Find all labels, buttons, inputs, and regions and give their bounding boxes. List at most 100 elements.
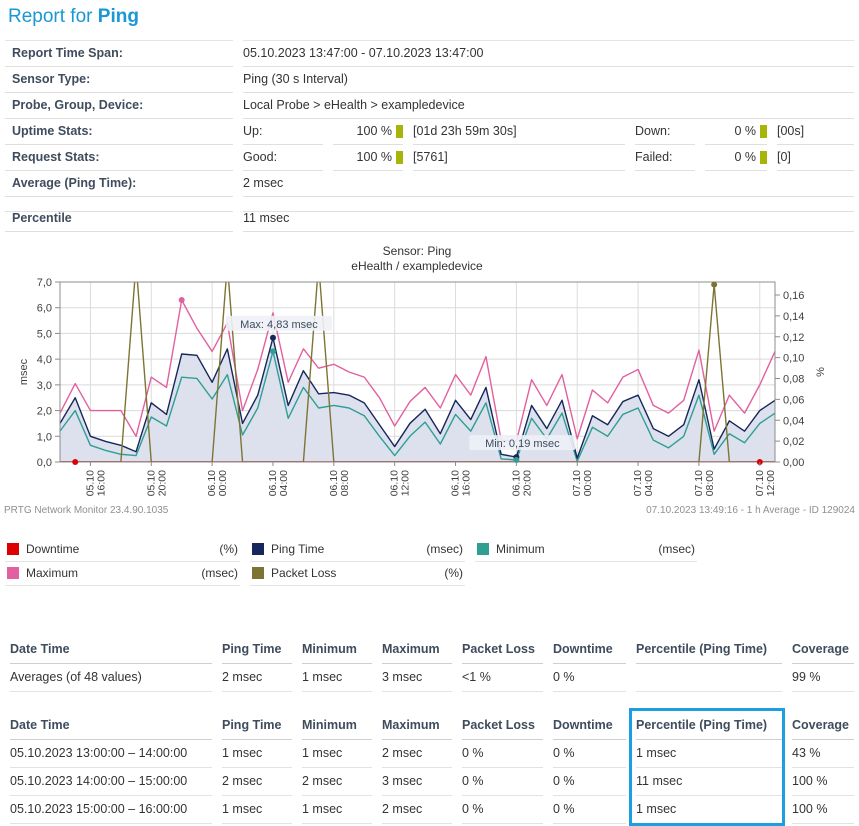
chart-titles: Sensor: Ping eHealth / exampledevice bbox=[0, 244, 834, 274]
uptime-stats-row: Uptime Stats: Up: 100 % [01d 23h 59m 30s… bbox=[5, 119, 854, 145]
table-cell: 0 % bbox=[462, 796, 543, 824]
report-time-span-label: Report Time Span: bbox=[5, 40, 233, 67]
svg-text:0,10: 0,10 bbox=[783, 353, 804, 365]
table-cell: 05.10.2023 13:00:00 – 14:00:00 bbox=[10, 740, 212, 768]
request-good-detail: [5761] bbox=[413, 145, 625, 171]
chart-footer-right: 07.10.2023 13:49:16 - 1 h Average - ID 1… bbox=[646, 505, 855, 516]
column-header: Downtime bbox=[553, 636, 626, 664]
svg-text:3,0: 3,0 bbox=[37, 380, 52, 392]
table-cell: 0 % bbox=[462, 768, 543, 796]
legend-item-minimum: Minimum (msec) bbox=[475, 538, 697, 562]
column-header: Coverage bbox=[792, 636, 854, 664]
svg-text:0,08: 0,08 bbox=[783, 374, 804, 386]
column-header: Percentile (Ping Time) bbox=[636, 712, 782, 740]
page-title-target: Ping bbox=[98, 6, 139, 27]
svg-text:08:00: 08:00 bbox=[704, 470, 716, 496]
sensor-type-value: Ping (30 s Interval) bbox=[243, 67, 854, 93]
chart-annotation: Max: 4,83 msec bbox=[240, 319, 318, 331]
ping-chart: Max: 4,83 msecMin: 0,19 msec0,01,02,03,0… bbox=[0, 274, 859, 505]
svg-text:0,12: 0,12 bbox=[783, 332, 804, 344]
uptime-up-value: 100 % bbox=[333, 119, 403, 145]
marker-dot bbox=[270, 335, 276, 341]
table-cell: <1 % bbox=[462, 664, 543, 692]
uptime-down-detail: [00s] bbox=[777, 119, 854, 145]
table-cell: Averages (of 48 values) bbox=[10, 664, 212, 692]
table-cell: 2 msec bbox=[222, 768, 292, 796]
legend-series-unit: (msec) bbox=[658, 542, 697, 556]
svg-text:0,16: 0,16 bbox=[783, 290, 804, 302]
svg-text:20:00: 20:00 bbox=[156, 470, 168, 496]
table-cell: 0 % bbox=[462, 740, 543, 768]
legend-item-packet-loss: Packet Loss(%) bbox=[250, 562, 465, 586]
table-cell: 0 % bbox=[553, 796, 626, 824]
table-cell: 05.10.2023 14:00:00 – 15:00:00 bbox=[10, 768, 212, 796]
svg-text:04:00: 04:00 bbox=[643, 470, 655, 496]
legend-item-downtime: Downtime(%) bbox=[5, 538, 240, 562]
left-axis-title: msec bbox=[18, 358, 30, 385]
percentile-label: Percentile bbox=[5, 206, 233, 232]
svg-text:12:00: 12:00 bbox=[765, 470, 777, 496]
table-cell: 05.10.2023 15:00:00 – 16:00:00 bbox=[10, 796, 212, 824]
probe-group-device-value: Local Probe > eHealth > exampledevice bbox=[243, 93, 854, 119]
request-failed-detail: [0] bbox=[777, 145, 854, 171]
legend-swatch bbox=[252, 543, 264, 555]
svg-text:0,14: 0,14 bbox=[783, 311, 804, 323]
table-cell: 1 msec bbox=[302, 796, 372, 824]
sensor-type-label: Sensor Type: bbox=[5, 67, 233, 93]
table-cell: 0 % bbox=[553, 740, 626, 768]
column-header: Date Time bbox=[10, 712, 212, 740]
ping-chart-block: Sensor: Ping eHealth / exampledevice Max… bbox=[0, 244, 859, 516]
svg-text:6,0: 6,0 bbox=[37, 303, 52, 315]
uptime-down-value: 0 % bbox=[705, 119, 767, 145]
column-header: Ping Time bbox=[222, 712, 292, 740]
percentile-value: 11 msec bbox=[243, 206, 854, 232]
uptime-down-label: Down: bbox=[635, 119, 695, 145]
legend-series-name: Minimum bbox=[496, 542, 545, 556]
table-cell: 3 msec bbox=[382, 664, 452, 692]
legend-series-name: Downtime bbox=[26, 542, 79, 556]
percentile-row: Percentile 11 msec bbox=[5, 206, 854, 232]
column-header: Date Time bbox=[10, 636, 212, 664]
chart-title: Sensor: Ping bbox=[0, 244, 834, 259]
column-header: Maximum bbox=[382, 712, 452, 740]
column-header: Packet Loss bbox=[462, 636, 543, 664]
column-header: Percentile (Ping Time) bbox=[636, 636, 782, 664]
svg-text:2,0: 2,0 bbox=[37, 406, 52, 418]
svg-text:00:00: 00:00 bbox=[582, 470, 594, 496]
request-good-value: 100 % bbox=[333, 145, 403, 171]
svg-text:12:00: 12:00 bbox=[400, 470, 412, 496]
legend-series-unit: (%) bbox=[444, 566, 465, 580]
svg-text:0,0: 0,0 bbox=[37, 457, 52, 469]
uptime-stats-label: Uptime Stats: bbox=[5, 119, 233, 145]
table-cell: 1 msec bbox=[302, 664, 372, 692]
marker-dot bbox=[711, 282, 717, 288]
right-axis-title: % bbox=[815, 367, 827, 377]
request-failed-value: 0 % bbox=[705, 145, 767, 171]
svg-text:1,0: 1,0 bbox=[37, 431, 52, 443]
table-header-row: Date TimePing TimeMinimumMaximumPacket L… bbox=[5, 636, 854, 664]
svg-text:04:00: 04:00 bbox=[278, 470, 290, 496]
svg-text:0,04: 0,04 bbox=[783, 415, 804, 427]
table-cell: 1 msec bbox=[222, 740, 292, 768]
table-cell: 100 % bbox=[792, 768, 854, 796]
legend-series-name: Ping Time bbox=[271, 542, 324, 556]
legend-series-unit: (msec) bbox=[426, 542, 465, 556]
column-header: Packet Loss bbox=[462, 712, 543, 740]
chart-footer: PRTG Network Monitor 23.4.90.1035 07.10.… bbox=[4, 505, 855, 516]
report-info-table: Report Time Span: 05.10.2023 13:47:00 - … bbox=[5, 40, 854, 232]
legend-series-unit: (msec) bbox=[201, 566, 240, 580]
table-cell: 1 msec bbox=[636, 796, 782, 824]
svg-text:5,0: 5,0 bbox=[37, 328, 52, 340]
svg-text:0,02: 0,02 bbox=[783, 436, 804, 448]
report-time-span-row: Report Time Span: 05.10.2023 13:47:00 - … bbox=[5, 40, 854, 67]
legend-item-ping-time: Ping Time (msec) bbox=[250, 538, 465, 562]
table-row: 05.10.2023 14:00:00 – 15:00:002 msec2 ms… bbox=[5, 768, 854, 796]
table-cell: 3 msec bbox=[382, 768, 452, 796]
probe-group-device-row: Probe, Group, Device: Local Probe > eHea… bbox=[5, 93, 854, 119]
report-time-span-value: 05.10.2023 13:47:00 - 07.10.2023 13:47:0… bbox=[243, 40, 854, 67]
sensor-type-row: Sensor Type: Ping (30 s Interval) bbox=[5, 67, 854, 93]
uptime-up-label: Up: bbox=[243, 119, 323, 145]
marker-dot bbox=[179, 297, 185, 303]
page-title-prefix: Report for bbox=[8, 6, 98, 27]
marker-dot bbox=[270, 348, 276, 354]
